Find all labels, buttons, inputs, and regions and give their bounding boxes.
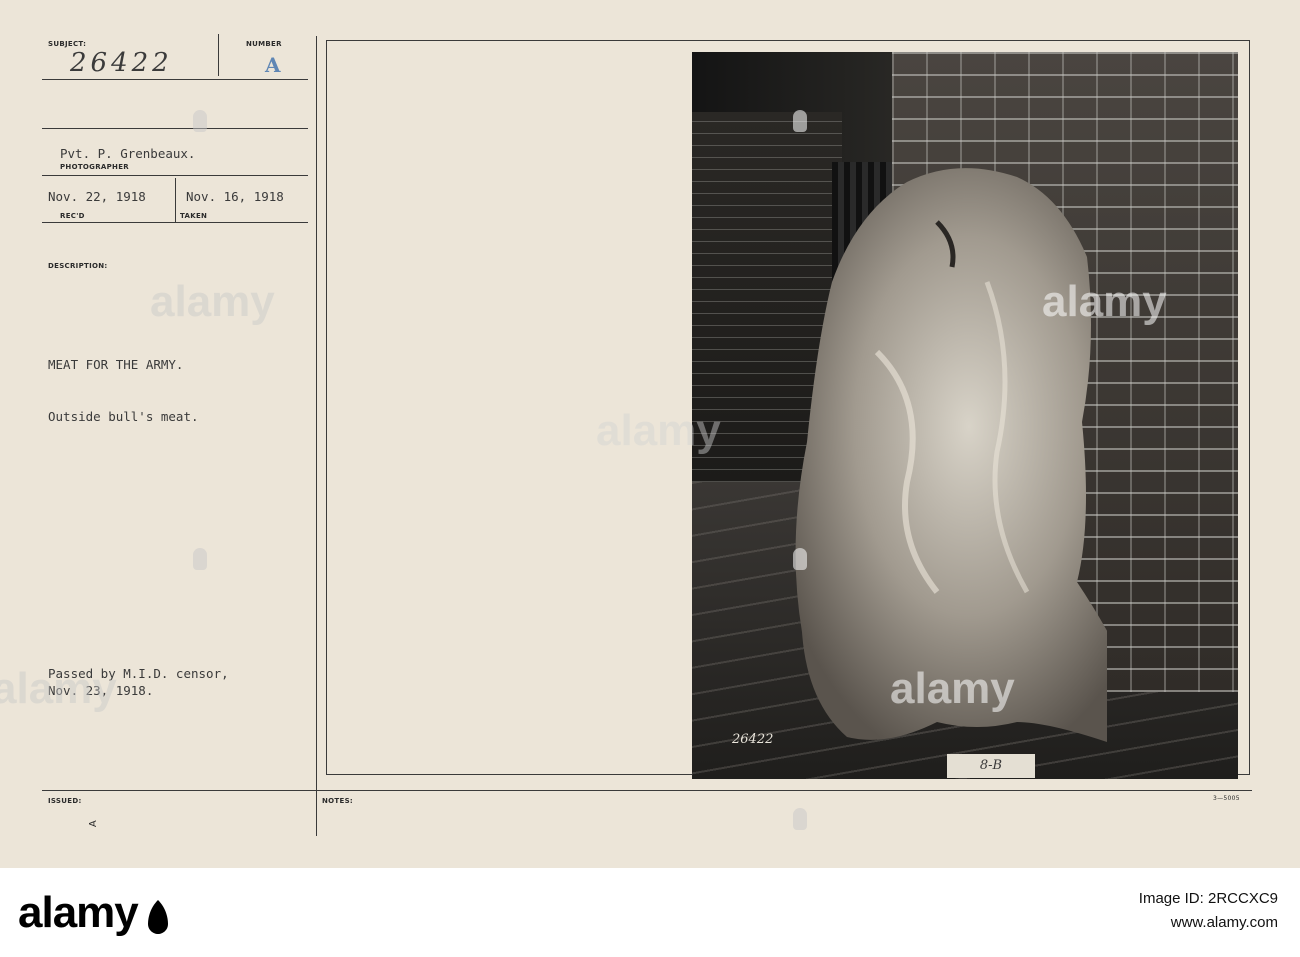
photographer-label: PHOTOGRAPHER	[60, 163, 129, 171]
date-divider	[175, 178, 176, 222]
watermark-icon-4	[793, 548, 807, 570]
issued-label: ISSUED:	[48, 797, 82, 805]
number-label: NUMBER	[246, 40, 282, 48]
footer-bar: alamy Image ID: 2RCCXC9 www.alamy.com	[0, 868, 1300, 957]
photo-tag: 8-B	[947, 754, 1035, 778]
watermark-1: alamy	[150, 277, 275, 326]
record-card: SUBJECT: NUMBER 26422 A Pvt. P. Grenbeau…	[0, 0, 1300, 868]
bottom-rule	[42, 790, 1252, 791]
notes-label: NOTES:	[322, 797, 354, 805]
photo-frame-right	[1249, 40, 1250, 774]
taken-value: Nov. 16, 1918	[186, 189, 284, 204]
form-number: 3—5005	[1213, 795, 1240, 802]
watermark-5: alamy	[890, 664, 1015, 713]
issued-value: A	[88, 819, 100, 828]
photographer-value: Pvt. P. Grenbeaux.	[60, 146, 196, 161]
photographer-top-rule	[42, 128, 308, 129]
watermark-4: alamy	[0, 664, 117, 713]
watermark-3: alamy	[596, 406, 721, 455]
watermark-icon-1	[193, 110, 207, 132]
subject-divider	[218, 34, 219, 76]
dates-rule	[42, 222, 308, 223]
subject-label: SUBJECT:	[48, 40, 87, 48]
recd-value: Nov. 22, 1918	[48, 189, 146, 204]
number-value: A	[265, 53, 281, 77]
recd-label: REC'D	[60, 212, 85, 220]
photo-frame-top	[326, 40, 1250, 41]
website: www.alamy.com	[1170, 914, 1278, 931]
watermark-icon-2	[793, 110, 807, 132]
taken-label: TAKEN	[180, 212, 208, 220]
description-title: MEAT FOR THE ARMY.	[48, 357, 184, 372]
subject-rule	[42, 79, 308, 80]
watermark-icon-5	[793, 808, 807, 830]
subject-value: 26422	[70, 48, 173, 78]
negative-number: 26422	[732, 732, 774, 747]
watermark-icon-3	[193, 548, 207, 570]
description-body: Outside bull's meat.	[48, 409, 199, 424]
left-column-divider	[316, 36, 317, 836]
photographer-rule	[42, 175, 308, 176]
alamy-logo: alamy	[18, 888, 139, 937]
image-id: Image ID: 2RCCXC9	[1138, 890, 1278, 907]
photo-frame-left	[326, 40, 327, 774]
alamy-logo-icon	[148, 900, 168, 934]
description-label: DESCRIPTION:	[48, 262, 108, 270]
watermark-2: alamy	[1042, 277, 1167, 326]
